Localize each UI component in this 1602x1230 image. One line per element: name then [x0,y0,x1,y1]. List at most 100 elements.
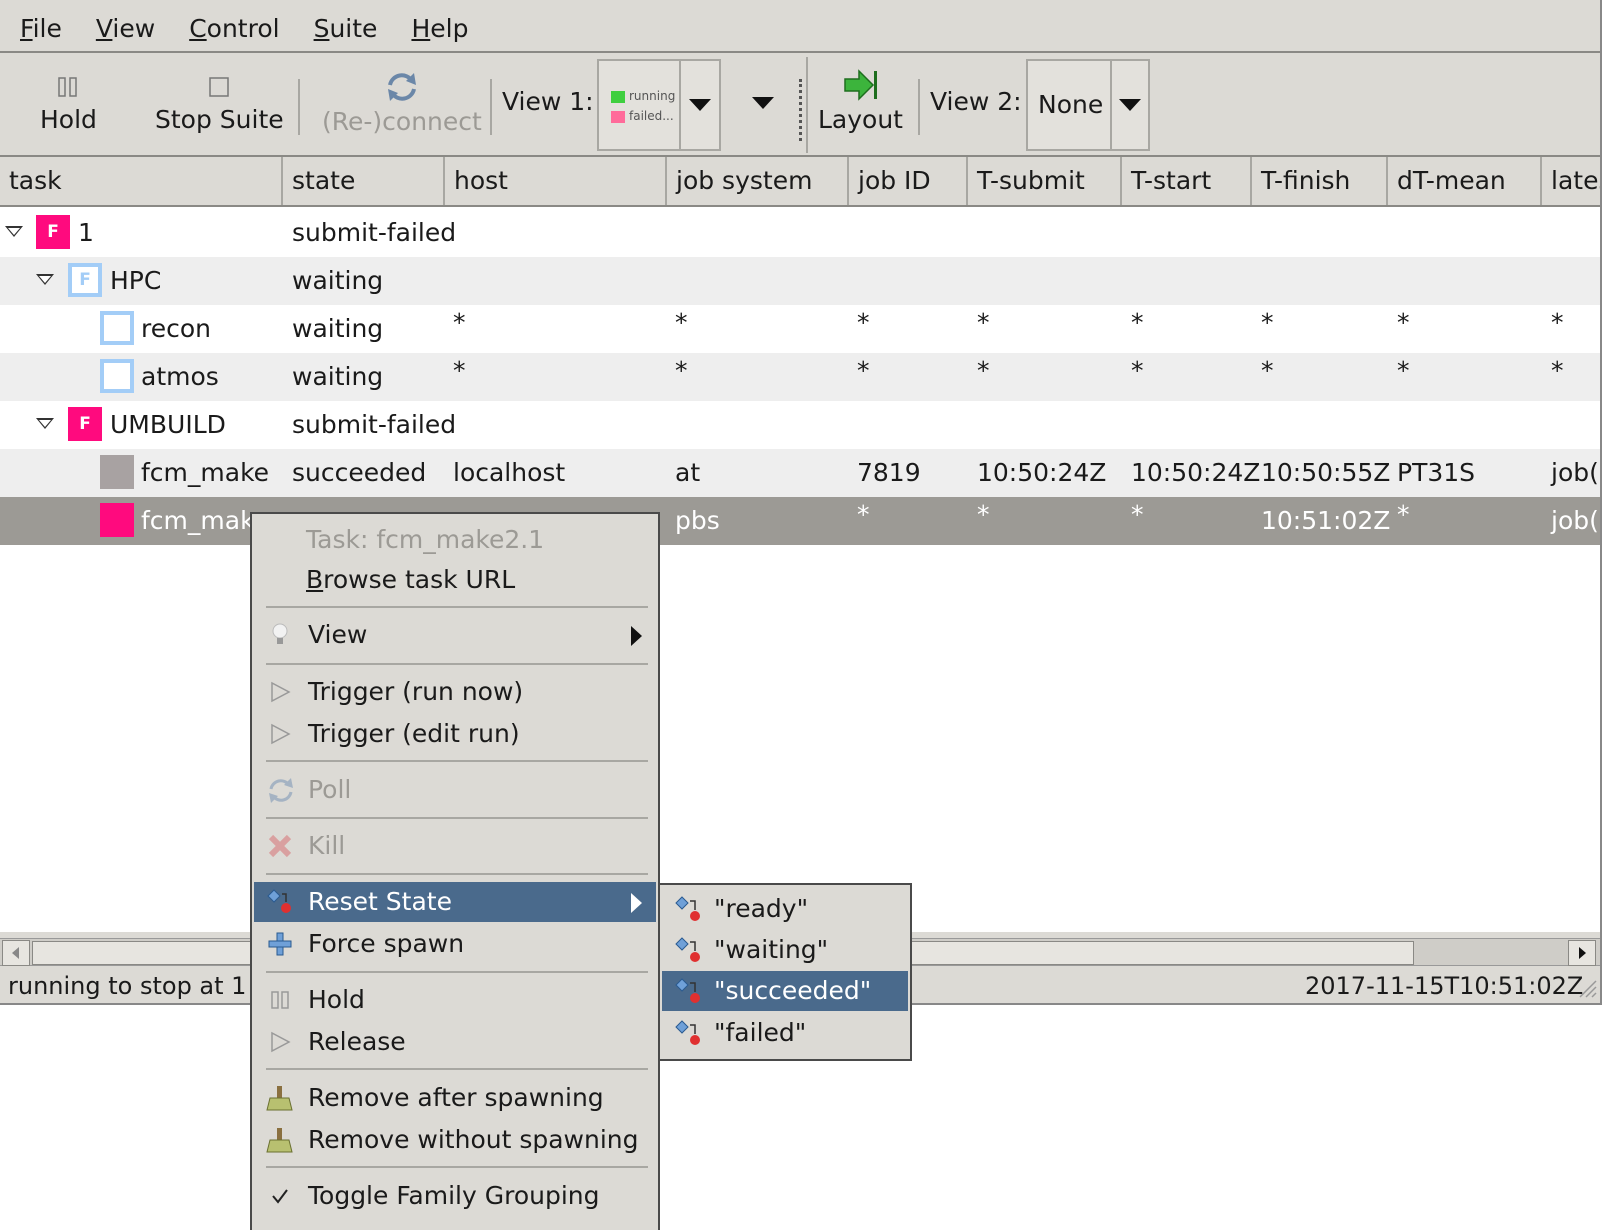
task-t-start: * [1131,356,1144,385]
column-header-host[interactable]: host [445,157,667,205]
table-row[interactable]: atmos waiting * * * * * * * * [0,353,1600,401]
play-icon [266,1028,294,1056]
table-row[interactable]: recon waiting * * * * * * * * [0,305,1600,353]
task-t-submit: 10:50:24Z [977,458,1107,487]
expander-open-icon[interactable] [5,226,23,237]
expander-open-icon[interactable] [36,418,54,429]
menu-bar: File View Control Suite Help [0,5,1600,53]
submenu-arrow-icon [631,893,642,913]
stop-icon [209,77,230,97]
family-waiting-icon: F [68,263,102,297]
plus-icon [266,930,294,958]
resize-grip-icon[interactable] [1576,977,1598,999]
view1-label: View 1: [502,87,594,116]
column-header-state[interactable]: state [283,157,445,205]
reconnect-button[interactable]: (Re-)connect [322,69,482,136]
task-name: fcm_mak [141,506,255,535]
task-state: waiting [292,314,384,343]
view2-dropdown-arrow[interactable] [1110,61,1148,149]
menu-view[interactable]: View [82,14,169,43]
stop-suite-button[interactable]: Stop Suite [155,75,284,134]
broom-icon [266,1084,294,1112]
column-header-dt-mean[interactable]: dT-mean [1388,157,1542,205]
play-icon [266,678,294,706]
view1-combo[interactable]: running failed... [597,59,721,151]
task-host: * [453,356,466,385]
column-header-t-submit[interactable]: T-submit [968,157,1122,205]
browse-task-url-item[interactable]: Browse task URL [254,560,656,600]
task-state: submit-failed [292,410,457,439]
task-latest: job(0 [1551,506,1600,535]
reset-failed-item[interactable]: "failed" [662,1013,908,1053]
toolbar: Hold Stop Suite (Re-)connect View 1: run… [0,57,1600,153]
reset-succeeded-item[interactable]: "succeeded" [662,971,908,1011]
task-dt-mean: PT31S [1397,458,1476,487]
task-waiting-icon [100,311,134,345]
column-header-t-finish[interactable]: T-finish [1252,157,1388,205]
task-job-system: * [675,356,688,385]
menu-separator [266,817,648,819]
reset-state-icon [266,888,294,916]
menu-help[interactable]: Help [397,14,482,43]
table-row[interactable]: fcm_make succeeded localhost at 7819 10:… [0,449,1600,497]
task-job-system: * [675,308,688,337]
remove-after-spawning-item[interactable]: Remove after spawning [254,1078,656,1118]
chevron-down-icon [752,97,774,109]
menu-file[interactable]: File [6,14,76,43]
table-row[interactable]: F 1 submit-failed [0,209,1600,257]
reset-waiting-item[interactable]: "waiting" [662,930,908,970]
refresh-icon [266,776,294,804]
task-state: submit-failed [292,218,457,247]
toolbar-overflow-button[interactable] [752,97,774,109]
lightbulb-icon [266,621,294,649]
column-header-job-id[interactable]: job ID [849,157,968,205]
table-row[interactable]: F UMBUILD submit-failed [0,401,1600,449]
task-latest: * [1551,308,1564,337]
view-submenu-item[interactable]: View [254,615,656,655]
task-state: succeeded [292,458,427,487]
table-row[interactable]: F HPC waiting [0,257,1600,305]
task-t-finish: * [1261,356,1274,385]
menu-separator [266,873,648,875]
toggle-family-grouping-item[interactable]: Toggle Family Grouping [254,1176,656,1216]
task-name: fcm_make [141,458,270,487]
task-failed-icon [100,503,134,537]
table-header: task state host job system job ID T-subm… [0,155,1600,207]
gcylc-window: File View Control Suite Help Hold Stop S… [0,0,1602,1005]
menu-suite[interactable]: Suite [300,14,392,43]
hold-button[interactable]: Hold [40,75,97,134]
scroll-right-button[interactable] [1568,940,1596,966]
broom-icon [266,1126,294,1154]
trigger-run-now-item[interactable]: Trigger (run now) [254,672,656,712]
column-header-t-start[interactable]: T-start [1122,157,1252,205]
force-spawn-item[interactable]: Force spawn [254,924,656,964]
toolbar-handle[interactable] [799,79,802,141]
trigger-edit-run-item[interactable]: Trigger (edit run) [254,714,656,754]
view2-combo[interactable]: None [1026,59,1150,151]
reset-state-icon [675,1020,700,1045]
view1-legend: running failed... [599,61,679,149]
menu-separator [266,1068,648,1070]
hold-item[interactable]: Hold [254,980,656,1020]
view1-dropdown-arrow[interactable] [679,61,719,149]
expander-open-icon[interactable] [36,274,54,285]
task-t-submit: * [977,308,990,337]
toolbar-separator [490,79,492,135]
task-name: recon [141,314,211,343]
checkmark-icon [266,1182,294,1210]
layout-button[interactable]: Layout [818,67,903,134]
column-header-task[interactable]: task [0,157,283,205]
running-legend: running [629,89,676,103]
column-header-job-system[interactable]: job system [667,157,849,205]
task-dt-mean: * [1397,500,1410,529]
task-latest: * [1551,356,1564,385]
remove-without-spawning-item[interactable]: Remove without spawning [254,1120,656,1160]
reset-ready-item[interactable]: "ready" [662,889,908,929]
reset-state-item[interactable]: Reset State [254,882,656,922]
table-row-selected[interactable]: fcm_mak pbs * * * 10:51:02Z * job(0 [0,497,1600,545]
menu-control[interactable]: Control [175,14,293,43]
column-header-latest[interactable]: lates [1542,157,1600,205]
scroll-left-button[interactable] [2,940,30,966]
menu-separator [266,663,648,665]
release-item[interactable]: Release [254,1022,656,1062]
